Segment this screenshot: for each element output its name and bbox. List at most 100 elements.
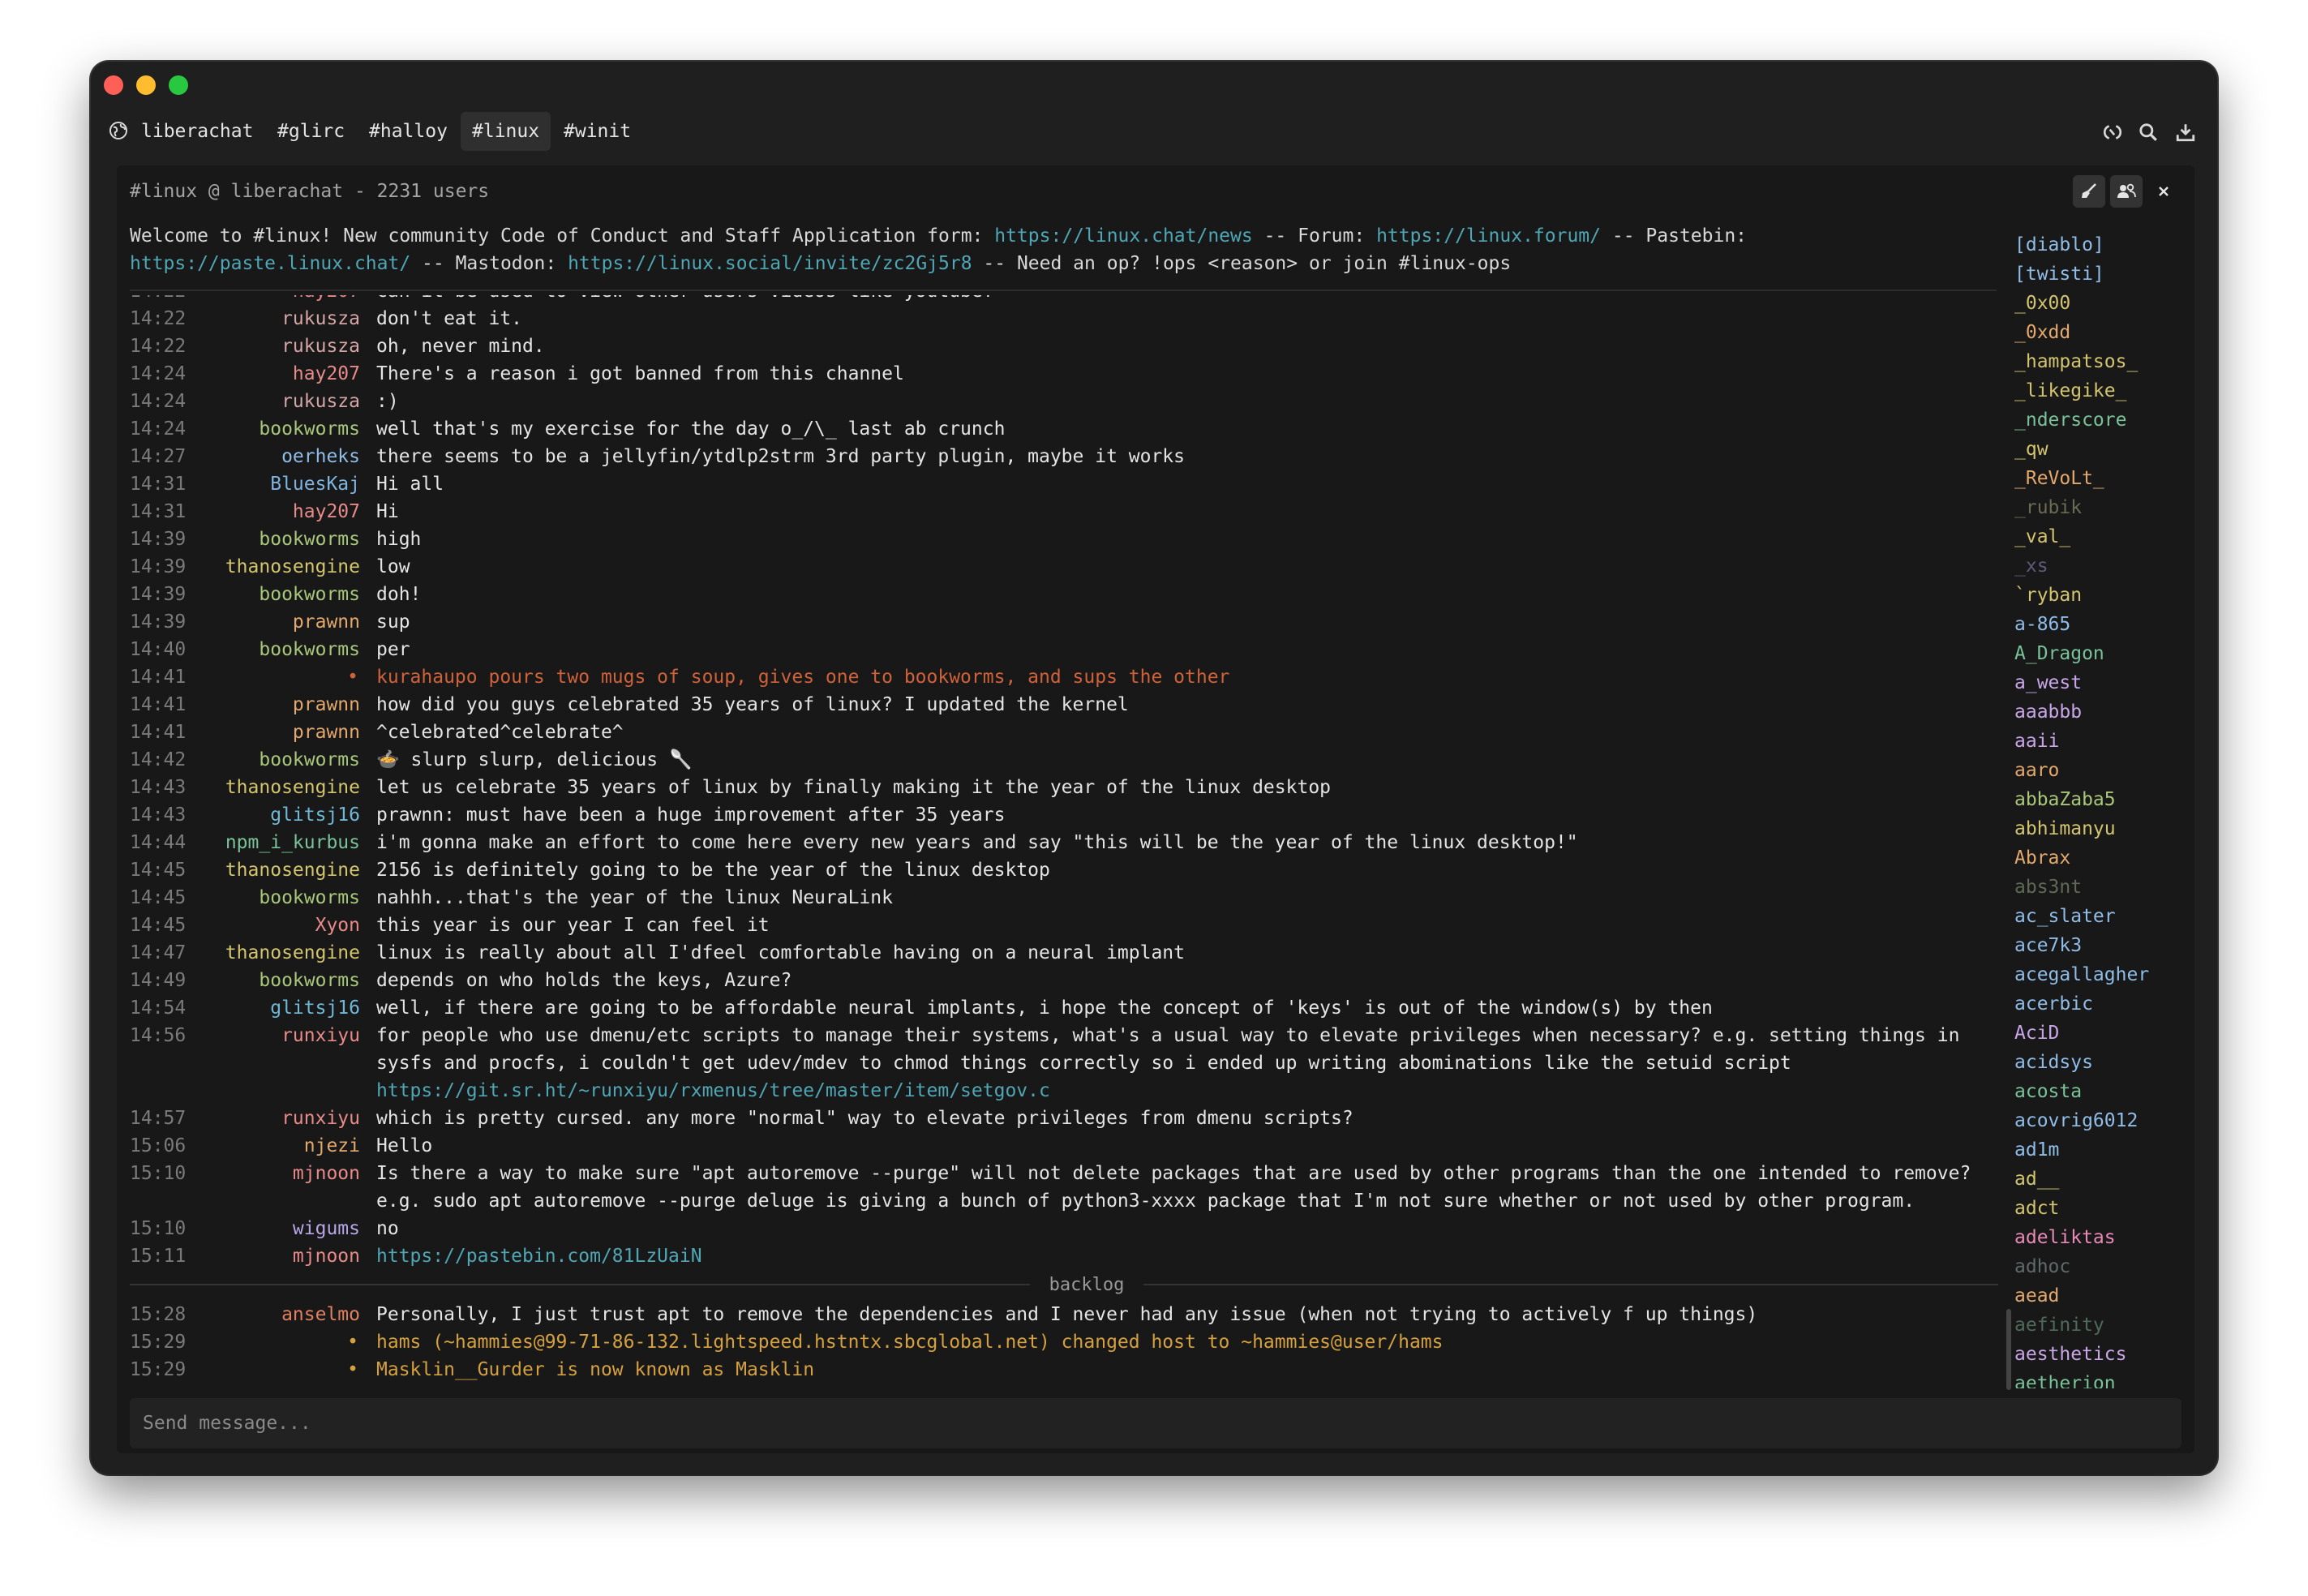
user-list-item[interactable]: ad__ [2014, 1165, 2185, 1194]
message-list[interactable]: 14:22hay207can it be used to view other … [130, 295, 1998, 1385]
topic-link[interactable]: https://paste.linux.chat/ [130, 253, 410, 274]
user-list-item[interactable]: [diablo] [2014, 230, 2185, 260]
minimize-window-button[interactable] [136, 75, 156, 95]
message-nick[interactable]: hay207 [198, 498, 360, 526]
user-list-item[interactable]: adhoc [2014, 1252, 2185, 1281]
topic-link[interactable]: https://linux.forum/ [1376, 225, 1601, 247]
message-nick[interactable]: rukusza [198, 388, 360, 415]
message-nick[interactable]: rukusza [198, 332, 360, 360]
message-row: 14:41 • kurahaupo pours two mugs of soup, … [130, 663, 1998, 691]
tab-glirc[interactable]: #glirc [266, 112, 356, 151]
tab-winit[interactable]: #winit [552, 112, 642, 151]
user-list-item[interactable]: acovrig6012 [2014, 1106, 2185, 1135]
message-nick[interactable]: mjnoon [198, 1160, 360, 1187]
user-list-item[interactable]: a-865 [2014, 610, 2185, 639]
scrollbar-thumb[interactable] [2006, 1309, 2011, 1390]
message-nick[interactable]: hay207 [198, 295, 360, 305]
message-nick[interactable]: bookworms [198, 415, 360, 443]
message-nick[interactable]: runxiyu [198, 1022, 360, 1049]
message-nick[interactable]: Xyon [198, 912, 360, 939]
message-nick[interactable]: bookworms [198, 636, 360, 663]
message-nick[interactable]: njezi [198, 1132, 360, 1160]
user-list-item[interactable]: aead [2014, 1281, 2185, 1311]
user-list-item[interactable]: _0xdd [2014, 318, 2185, 347]
user-list-item[interactable]: AciD [2014, 1019, 2185, 1048]
toggle-users-button[interactable] [2110, 175, 2143, 208]
message-nick[interactable]: rukusza [198, 305, 360, 332]
user-list-item[interactable]: adeliktas [2014, 1223, 2185, 1252]
message-nick[interactable]: mjnoon [198, 1242, 360, 1270]
user-list-item[interactable]: aaro [2014, 756, 2185, 785]
message-nick[interactable]: prawnn [198, 691, 360, 719]
message-input[interactable] [130, 1398, 2181, 1448]
user-list-item[interactable]: `ryban [2014, 581, 2185, 610]
user-list-item[interactable]: A_Dragon [2014, 639, 2185, 668]
user-list-item[interactable]: acegallagher [2014, 960, 2185, 989]
close-buffer-button[interactable] [2147, 175, 2180, 208]
message-nick[interactable]: prawnn [198, 719, 360, 746]
user-list-item[interactable]: aesthetics [2014, 1340, 2185, 1369]
user-list-item[interactable]: _rubik [2014, 493, 2185, 522]
message-nick[interactable]: hay207 [198, 360, 360, 388]
topic-link[interactable]: https://linux.social/invite/zc2Gj5r8 [568, 253, 972, 274]
user-list-item[interactable]: acosta [2014, 1077, 2185, 1106]
user-list-item[interactable]: _likegike_ [2014, 376, 2185, 405]
refresh-icon[interactable] [2102, 122, 2123, 143]
message-nick[interactable]: glitsj16 [198, 801, 360, 829]
user-list-item[interactable]: Abrax [2014, 843, 2185, 873]
message-nick[interactable]: thanosengine [198, 774, 360, 801]
user-list-item[interactable]: acerbic [2014, 989, 2185, 1019]
user-list-item[interactable]: ace7k3 [2014, 931, 2185, 960]
message-nick[interactable]: prawnn [198, 608, 360, 636]
tab-liberachat[interactable]: liberachat [130, 112, 264, 151]
close-window-button[interactable] [104, 75, 123, 95]
user-list-item[interactable]: aaabbb [2014, 697, 2185, 727]
message-nick[interactable]: npm_i_kurbus [198, 829, 360, 856]
message-nick[interactable]: bookworms [198, 526, 360, 553]
user-list-item[interactable]: acidsys [2014, 1048, 2185, 1077]
user-list-item[interactable]: a_west [2014, 668, 2185, 697]
topic-text: -- Mastodon: [410, 253, 568, 274]
user-list-item[interactable]: abs3nt [2014, 873, 2185, 902]
user-list-item[interactable]: ac_slater [2014, 902, 2185, 931]
user-list-item[interactable]: aefinity [2014, 1311, 2185, 1340]
user-list-item[interactable]: _0x00 [2014, 289, 2185, 318]
message-nick[interactable]: runxiyu [198, 1105, 360, 1132]
topic-link[interactable]: https://linux.chat/news [994, 225, 1253, 247]
user-list-item[interactable]: aaii [2014, 727, 2185, 756]
message-nick[interactable]: bookworms [198, 581, 360, 608]
message-body: nahhh...that's the year of the linux Neu… [376, 887, 893, 908]
user-list-item[interactable]: adct [2014, 1194, 2185, 1223]
user-list-item[interactable]: _xs [2014, 551, 2185, 581]
message-nick[interactable]: anselmo [198, 1301, 360, 1328]
user-list-item[interactable]: abhimanyu [2014, 814, 2185, 843]
user-list-item[interactable]: _nderscore [2014, 405, 2185, 435]
message-link[interactable]: https://pastebin.com/81LzUaiN [376, 1246, 702, 1267]
user-list-item[interactable]: _qw [2014, 435, 2185, 464]
message-nick[interactable]: oerheks [198, 443, 360, 470]
message-nick[interactable]: BluesKaj [198, 470, 360, 498]
user-list-item[interactable]: _hampatsos_ [2014, 347, 2185, 376]
clear-buffer-button[interactable] [2073, 175, 2105, 208]
user-list-item[interactable]: _ReVoLt_ [2014, 464, 2185, 493]
tab-halloy[interactable]: #halloy [358, 112, 459, 151]
message-nick[interactable]: wigums [198, 1215, 360, 1242]
user-list-item[interactable]: aetherion [2014, 1369, 2185, 1388]
download-icon[interactable] [2175, 122, 2196, 143]
message-nick[interactable]: thanosengine [198, 856, 360, 884]
message-link[interactable]: https://git.sr.ht/~runxiyu/rxmenus/tree/… [376, 1080, 1050, 1101]
user-list-item[interactable]: abbaZaba5 [2014, 785, 2185, 814]
message-nick[interactable]: bookworms [198, 884, 360, 912]
message-nick[interactable]: thanosengine [198, 939, 360, 967]
user-list-item[interactable]: ad1m [2014, 1135, 2185, 1165]
message-nick[interactable]: glitsj16 [198, 994, 360, 1022]
message-nick[interactable]: bookworms [198, 746, 360, 774]
user-list-item[interactable]: _val_ [2014, 522, 2185, 551]
zoom-window-button[interactable] [169, 75, 188, 95]
tab-linux[interactable]: #linux [461, 112, 551, 151]
message-nick[interactable]: bookworms [198, 967, 360, 994]
search-icon[interactable] [2138, 122, 2159, 143]
message-nick[interactable]: thanosengine [198, 553, 360, 581]
user-list[interactable]: [diablo] [twisti] _0x00 _0xdd _hampatsos_ _li… [2014, 230, 2185, 1388]
user-list-item[interactable]: [twisti] [2014, 260, 2185, 289]
